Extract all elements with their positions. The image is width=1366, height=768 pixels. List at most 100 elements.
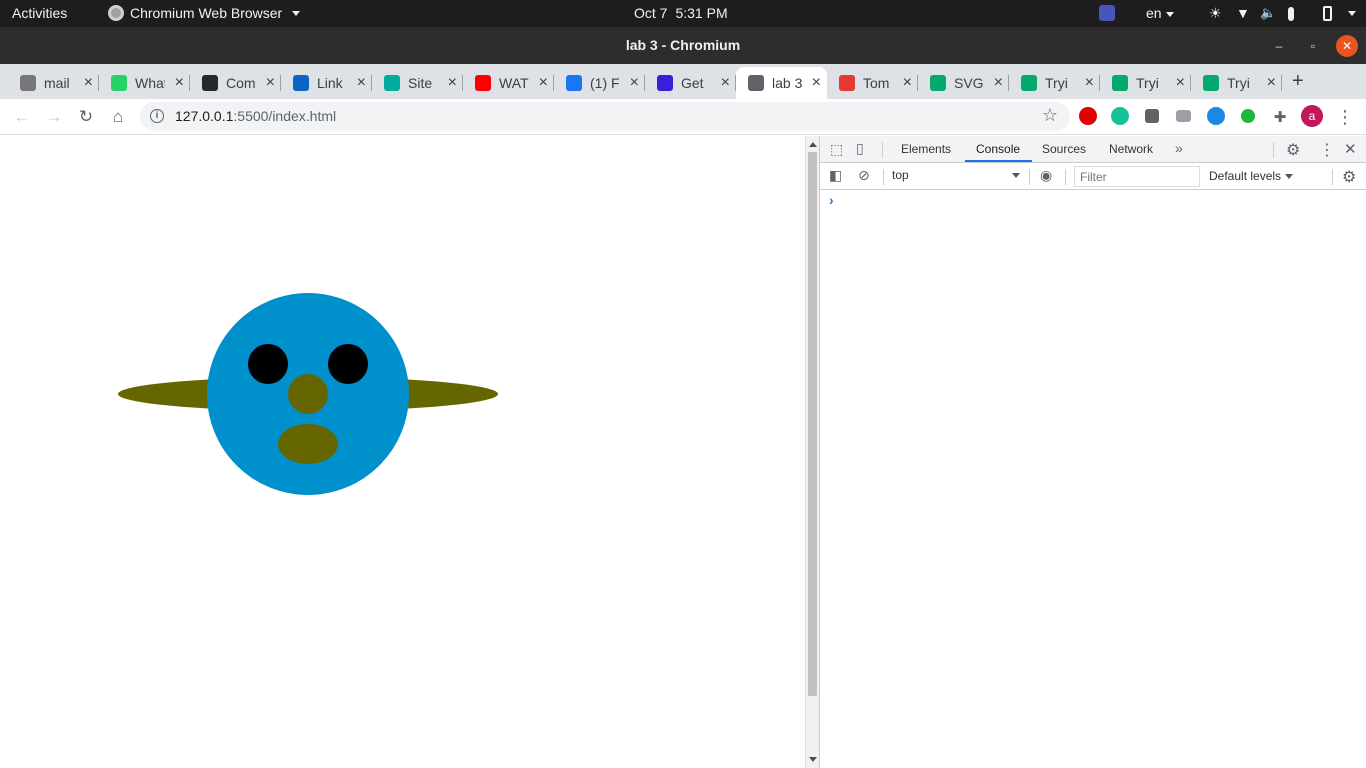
browser-tab[interactable]: mail ×: [8, 67, 99, 99]
home-button[interactable]: ⌂: [106, 105, 130, 129]
console-filter-input[interactable]: [1074, 166, 1200, 187]
browser-tab[interactable]: Get ×: [645, 67, 736, 99]
browser-tab[interactable]: Tryi ×: [1191, 67, 1282, 99]
tab-sources[interactable]: Sources: [1042, 142, 1086, 156]
close-tab-icon[interactable]: ×: [630, 74, 639, 92]
eye-icon[interactable]: ◉: [1040, 167, 1052, 184]
chevron-down-icon: [1012, 173, 1020, 178]
close-tab-icon[interactable]: ×: [721, 74, 730, 92]
browser-tab[interactable]: What ×: [99, 67, 190, 99]
close-tab-icon[interactable]: ×: [175, 74, 184, 92]
new-tab-button[interactable]: +: [1292, 70, 1304, 93]
maximize-button[interactable]: ▫: [1302, 35, 1324, 57]
w3schools-icon: [930, 75, 946, 91]
tab-console[interactable]: Console: [976, 142, 1020, 156]
camera-extension-icon[interactable]: [1176, 110, 1191, 122]
close-tab-icon[interactable]: ×: [539, 74, 548, 92]
context-selector[interactable]: top: [892, 168, 1022, 182]
close-tab-icon[interactable]: ×: [1176, 74, 1185, 92]
activities-button[interactable]: Activities: [12, 5, 67, 21]
tab-elements[interactable]: Elements: [901, 142, 951, 156]
bookmark-star-icon[interactable]: ☆: [1042, 105, 1058, 126]
facebook-icon: [566, 75, 582, 91]
browser-tab[interactable]: Link ×: [281, 67, 372, 99]
profile-avatar[interactable]: a: [1301, 105, 1323, 127]
scroll-up-arrow-icon[interactable]: [809, 142, 817, 147]
planet-icon: [657, 75, 673, 91]
close-tab-icon[interactable]: ×: [357, 74, 366, 92]
tab-label: Site: [408, 75, 433, 91]
log-levels-dropdown[interactable]: Default levels: [1209, 169, 1294, 183]
browser-tab[interactable]: Site ×: [372, 67, 463, 99]
inspect-element-icon[interactable]: ⬚: [830, 141, 843, 158]
settings-gear-icon[interactable]: ⚙: [1286, 140, 1300, 160]
tab-label: Com: [226, 75, 256, 91]
divider: [1029, 169, 1030, 185]
diamond-icon: [384, 75, 400, 91]
time-label: 5:31 PM: [675, 5, 728, 21]
close-tab-icon[interactable]: ×: [84, 74, 93, 92]
grammarly-extension-icon[interactable]: [1111, 107, 1129, 125]
browser-tab[interactable]: (1) F ×: [554, 67, 645, 99]
close-tab-icon[interactable]: ×: [994, 74, 1003, 92]
browser-tab[interactable]: lab 3 ×: [736, 67, 827, 99]
browser-tab[interactable]: Com ×: [190, 67, 281, 99]
device-toolbar-icon[interactable]: ▯: [856, 140, 864, 157]
console-prompt[interactable]: ›: [829, 192, 834, 208]
kebab-menu-icon[interactable]: ⋮: [1333, 105, 1357, 129]
browser-tab[interactable]: WAT ×: [463, 67, 554, 99]
browser-toolbar: ← → ↻ ⌂ i 127.0.0.1:5500/index.html ☆ ✚ …: [0, 99, 1366, 135]
volume-icon: 🔈: [1260, 5, 1277, 20]
page-scrollbar[interactable]: [805, 136, 819, 768]
close-tab-icon[interactable]: ×: [903, 74, 912, 92]
minimize-button[interactable]: –: [1268, 35, 1290, 57]
extensions-puzzle-icon[interactable]: ✚: [1268, 105, 1292, 129]
browser-tab[interactable]: Tom ×: [827, 67, 918, 99]
w3schools-icon: [1203, 75, 1219, 91]
active-tab-indicator: [965, 160, 1032, 162]
ethereum-extension-icon[interactable]: [1207, 107, 1225, 125]
console-toolbar: ◧ ⊘ top ◉ Default levels ⚙: [820, 163, 1366, 190]
reload-button[interactable]: ↻: [74, 105, 98, 129]
teams-icon[interactable]: [1099, 5, 1115, 21]
back-button[interactable]: ←: [10, 105, 34, 129]
chevron-down-icon[interactable]: [1348, 11, 1356, 16]
close-tab-icon[interactable]: ×: [1267, 74, 1276, 92]
scroll-down-arrow-icon[interactable]: [809, 757, 817, 762]
forward-button[interactable]: →: [42, 105, 66, 129]
right-eye: [328, 344, 368, 384]
sidebar-toggle-icon[interactable]: ◧: [829, 167, 842, 184]
language-label: en: [1146, 5, 1162, 21]
tab-label: Link: [317, 75, 343, 91]
browser-tab[interactable]: Tryi ×: [1100, 67, 1191, 99]
clear-console-icon[interactable]: ⊘: [858, 167, 870, 184]
close-icon[interactable]: ✕: [1344, 140, 1357, 158]
language-indicator[interactable]: en: [1146, 5, 1174, 21]
adblock-extension-icon[interactable]: [1079, 107, 1097, 125]
address-bar[interactable]: i 127.0.0.1:5500/index.html ☆: [140, 102, 1070, 131]
close-tab-icon[interactable]: ×: [266, 74, 275, 92]
scrollbar-thumb[interactable]: [808, 152, 817, 696]
more-tabs-icon[interactable]: »: [1175, 140, 1183, 156]
close-tab-icon[interactable]: ×: [1085, 74, 1094, 92]
close-window-button[interactable]: ✕: [1336, 35, 1358, 57]
eyedropper-extension-icon[interactable]: [1145, 109, 1159, 123]
tab-strip: mail × What × Com × Link × Site × WAT × (1) F × Get × la…: [0, 64, 1366, 99]
system-top-bar: Activities Chromium Web Browser Oct 7 5:3…: [0, 0, 1366, 27]
url-text[interactable]: 127.0.0.1:5500/index.html: [175, 108, 336, 124]
clock[interactable]: Oct 7 5:31 PM: [634, 5, 728, 21]
site-info-icon[interactable]: i: [150, 109, 164, 123]
browser-tab[interactable]: Tryi ×: [1009, 67, 1100, 99]
divider: [883, 169, 884, 185]
browser-tab[interactable]: SVG ×: [918, 67, 1009, 99]
kebab-menu-icon[interactable]: ⋮: [1319, 140, 1335, 160]
console-settings-gear-icon[interactable]: ⚙: [1342, 167, 1356, 187]
app-menu[interactable]: Chromium Web Browser: [108, 5, 301, 21]
green-dot-extension-icon[interactable]: [1241, 109, 1255, 123]
chevron-down-icon: [292, 10, 301, 16]
close-tab-icon[interactable]: ×: [812, 74, 821, 92]
levels-label: Default levels: [1209, 169, 1282, 183]
system-tray[interactable]: en ☀ ▼ 🔈: [1086, 0, 1366, 27]
close-tab-icon[interactable]: ×: [448, 74, 457, 92]
tab-network[interactable]: Network: [1109, 142, 1153, 156]
